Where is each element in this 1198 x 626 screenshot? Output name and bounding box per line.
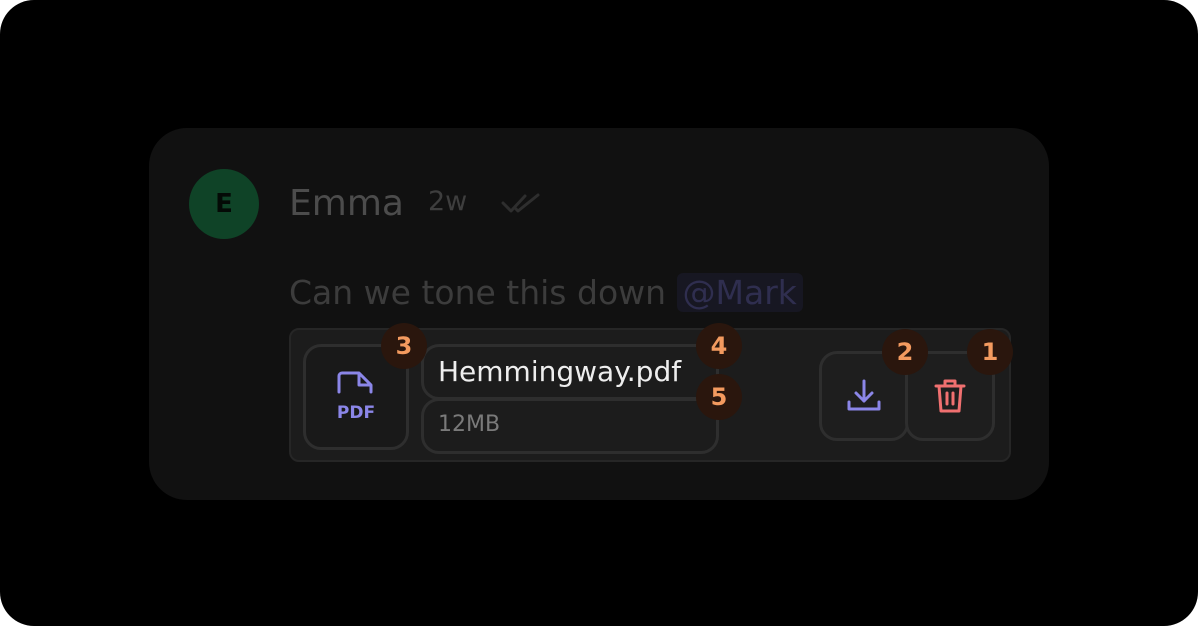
avatar[interactable]: E bbox=[189, 169, 259, 239]
comment-message: Can we tone this down @Mark bbox=[289, 270, 803, 316]
file-name[interactable]: Hemmingway.pdf bbox=[438, 353, 681, 391]
comment-timestamp: 2w bbox=[428, 186, 468, 217]
double-check-icon bbox=[501, 193, 540, 213]
file-type-label: PDF bbox=[337, 403, 375, 423]
marker-5: 5 bbox=[696, 374, 742, 420]
file-size-box: 12MB bbox=[421, 398, 719, 454]
marker-4: 4 bbox=[696, 323, 742, 369]
file-size: 12MB bbox=[438, 412, 501, 437]
mention-tag[interactable]: @Mark bbox=[676, 273, 803, 312]
download-icon bbox=[847, 379, 881, 411]
screen-frame: E Emma 2w Can we tone this down @Mark PD… bbox=[0, 0, 1198, 626]
pdf-file-icon: PDF bbox=[337, 371, 375, 423]
marker-1: 1 bbox=[967, 329, 1013, 375]
file-name-box: Hemmingway.pdf bbox=[421, 344, 719, 400]
message-text: Can we tone this down bbox=[289, 273, 667, 312]
comment-card: E Emma 2w Can we tone this down @Mark PD… bbox=[149, 128, 1049, 500]
comment-author[interactable]: Emma bbox=[289, 180, 404, 228]
marker-2: 2 bbox=[882, 329, 928, 375]
marker-3: 3 bbox=[381, 323, 427, 369]
trash-icon bbox=[934, 379, 966, 413]
